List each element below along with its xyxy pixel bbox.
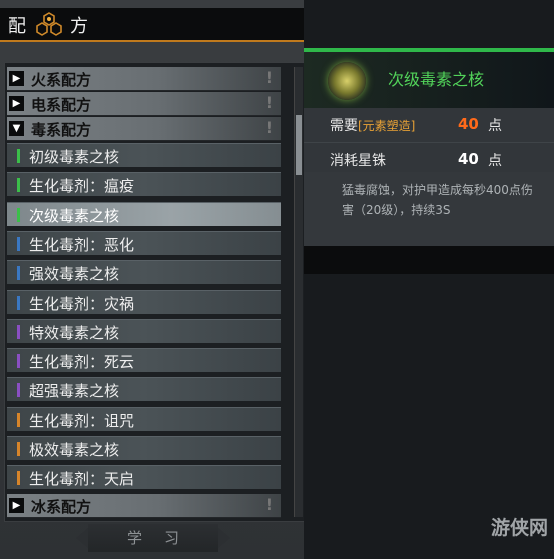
alert-icon: ! xyxy=(265,495,273,514)
recipe-item[interactable]: 生化毒剂：死云 xyxy=(7,348,281,373)
recipe-item[interactable]: 强效毒素之核 xyxy=(7,260,281,285)
arrow-right-icon xyxy=(218,528,230,548)
cost-value: 40 xyxy=(458,150,479,168)
recipe-label: 生化毒剂：恶化 xyxy=(29,235,135,254)
category-poison[interactable]: ▼ 毒系配方 ! xyxy=(7,117,281,141)
recipe-description: 猛毒腐蚀，对护甲造成每秒400点伤害（20级），持续3S xyxy=(304,172,554,246)
rarity-bar xyxy=(17,295,20,310)
recipe-item[interactable]: 超强毒素之核 xyxy=(7,377,281,402)
rarity-bar xyxy=(17,207,20,222)
cost-label: 消耗星铢 xyxy=(330,153,386,169)
requirement-text: 需要 xyxy=(330,118,358,134)
recipe-item[interactable]: 生化毒剂：瘟疫 xyxy=(7,172,281,197)
rarity-bar xyxy=(17,236,20,251)
cost-unit: 点 xyxy=(488,153,502,169)
recipe-label: 生化毒剂：灾祸 xyxy=(29,294,135,313)
category-label: 毒系配方 xyxy=(31,121,92,139)
requirement-label: 需要[元素塑造] xyxy=(330,115,415,135)
expand-arrow-icon: ▶ xyxy=(9,96,24,111)
panel-title-left: 配 xyxy=(8,16,26,37)
expand-arrow-icon: ▶ xyxy=(9,498,24,513)
collapse-arrow-icon: ▼ xyxy=(9,121,24,136)
rarity-bar xyxy=(17,354,20,369)
recipe-label: 次级毒素之核 xyxy=(29,206,120,225)
category-label: 冰系配方 xyxy=(31,498,92,516)
detail-footer xyxy=(304,246,554,274)
requirement-row: 需要[元素塑造] 40 点 xyxy=(304,108,554,143)
category-electric[interactable]: ▶ 电系配方 ! xyxy=(7,92,281,116)
category-label: 火系配方 xyxy=(31,71,92,89)
recipe-label: 生化毒剂：诅咒 xyxy=(29,411,135,430)
alert-icon: ! xyxy=(265,118,273,137)
recipe-list: ▶ 火系配方 ! ▶ 电系配方 ! ▼ 毒系配方 ! 初级毒素之核 生化毒剂：瘟疫… xyxy=(4,62,306,522)
rarity-bar xyxy=(17,178,20,193)
category-ice[interactable]: ▶ 冰系配方 ! xyxy=(7,494,281,518)
recipe-item[interactable]: 生化毒剂：天启 xyxy=(7,465,281,490)
detail-panel: 次级毒素之核 需要[元素塑造] 40 点 消耗星铢 40 点 猛毒腐蚀，对护甲造… xyxy=(304,0,554,559)
recipe-panel: 配 方 ▶ 火系配方 ! ▶ 电系配方 ! ▼ 毒系配方 ! 初级毒素之核 生化毒… xyxy=(0,0,306,559)
recipe-label: 初级毒素之核 xyxy=(29,148,120,166)
rarity-bar xyxy=(17,412,20,427)
recipe-item[interactable]: 特效毒素之核 xyxy=(7,318,281,343)
panel-title-right: 方 xyxy=(70,16,88,37)
rarity-bar xyxy=(17,471,20,486)
detail-title: 次级毒素之核 xyxy=(388,70,485,89)
alert-icon: ! xyxy=(265,68,273,87)
recipe-label: 生化毒剂：天启 xyxy=(29,470,135,489)
recipe-label: 生化毒剂：死云 xyxy=(29,353,135,372)
alert-icon: ! xyxy=(265,93,273,112)
recipe-item[interactable]: 初级毒素之核 xyxy=(7,143,281,167)
learn-button-label: 学习 xyxy=(126,529,201,547)
requirement-value: 40 xyxy=(458,115,479,133)
arrow-left-icon xyxy=(76,528,88,548)
category-label: 电系配方 xyxy=(31,96,92,114)
recipe-label: 强效毒素之核 xyxy=(29,265,120,284)
recipe-label: 极效毒素之核 xyxy=(29,441,120,459)
poison-core-icon xyxy=(328,62,366,100)
rarity-bar xyxy=(17,324,20,339)
category-fire[interactable]: ▶ 火系配方 ! xyxy=(7,67,281,91)
recipe-item[interactable]: 生化毒剂：恶化 xyxy=(7,230,281,255)
list-scrollbar[interactable] xyxy=(294,67,303,517)
rarity-bar xyxy=(17,149,20,163)
rarity-bar xyxy=(17,266,20,281)
detail-header: 次级毒素之核 xyxy=(304,48,554,108)
recipe-item[interactable]: 极效毒素之核 xyxy=(7,436,281,460)
recipe-label: 超强毒素之核 xyxy=(29,382,120,401)
requirement-unit: 点 xyxy=(488,118,502,134)
recipe-item[interactable]: 生化毒剂：诅咒 xyxy=(7,406,281,431)
rarity-bar xyxy=(17,442,20,456)
recipe-label: 生化毒剂：瘟疫 xyxy=(29,177,135,196)
recipe-item[interactable]: 次级毒素之核 xyxy=(7,201,281,226)
hexagon-molecule-icon xyxy=(36,12,62,36)
rarity-bar xyxy=(17,383,20,398)
title-bar: 配 方 xyxy=(0,8,304,42)
recipe-label: 特效毒素之核 xyxy=(29,323,120,342)
scroll-thumb[interactable] xyxy=(296,115,302,175)
site-watermark: 游侠网 xyxy=(490,517,548,539)
learn-button[interactable]: 学习 xyxy=(76,524,230,552)
recipe-item[interactable]: 生化毒剂：灾祸 xyxy=(7,289,281,314)
requirement-tag: [元素塑造] xyxy=(358,119,416,133)
expand-arrow-icon: ▶ xyxy=(9,71,24,86)
